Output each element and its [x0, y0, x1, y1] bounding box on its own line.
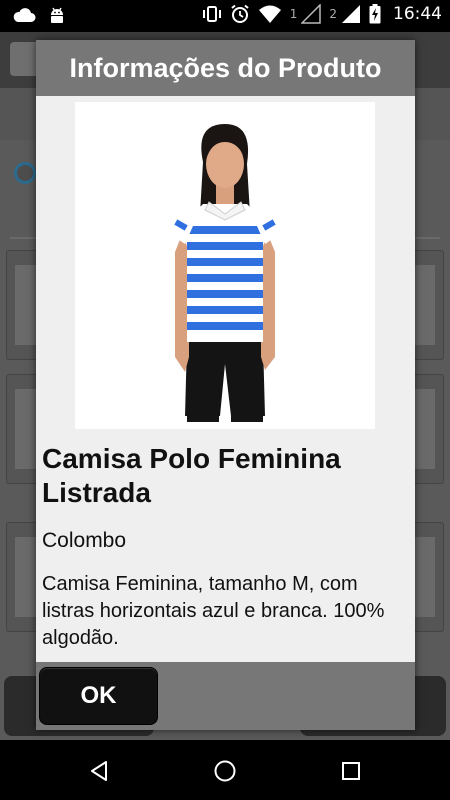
- product-description: Camisa Feminina, tamanho M, com listras …: [42, 573, 385, 649]
- cloud-icon: [13, 8, 36, 22]
- back-button[interactable]: [84, 756, 114, 786]
- signal-icon: [342, 5, 360, 23]
- home-icon: [214, 760, 236, 782]
- android-icon: [51, 7, 63, 23]
- model-photo: [173, 124, 277, 422]
- home-button[interactable]: [210, 756, 240, 786]
- dialog-content[interactable]: Camisa Polo Feminina Listrada Colombo Ca…: [36, 96, 415, 662]
- battery-icon: [369, 4, 381, 24]
- recents-icon: [342, 762, 360, 780]
- dialog-footer: OK: [36, 662, 415, 730]
- clock: 16:44: [393, 4, 442, 24]
- status-bar: 1 2 16:44: [0, 0, 450, 32]
- vibrate-icon: [202, 6, 221, 22]
- ok-button[interactable]: OK: [39, 667, 158, 725]
- navigation-bar: [0, 740, 450, 800]
- wifi-icon: [258, 5, 281, 23]
- alarm-icon: [231, 4, 249, 23]
- signal-icon: [301, 4, 322, 24]
- product-name: Camisa Polo Feminina Listrada: [42, 443, 341, 508]
- product-info-dialog: Informações do Produto Camisa Polo Femin…: [36, 40, 415, 730]
- sim2-label: 2: [329, 7, 337, 21]
- product-image: [75, 102, 375, 429]
- dialog-header: Informações do Produto: [36, 40, 415, 96]
- dialog-title: Informações do Produto: [69, 52, 382, 83]
- radio-button: [14, 162, 36, 184]
- back-icon: [91, 761, 107, 781]
- product-brand: Colombo: [42, 529, 127, 552]
- recents-button[interactable]: [336, 756, 366, 786]
- sim1-label: 1: [289, 7, 298, 21]
